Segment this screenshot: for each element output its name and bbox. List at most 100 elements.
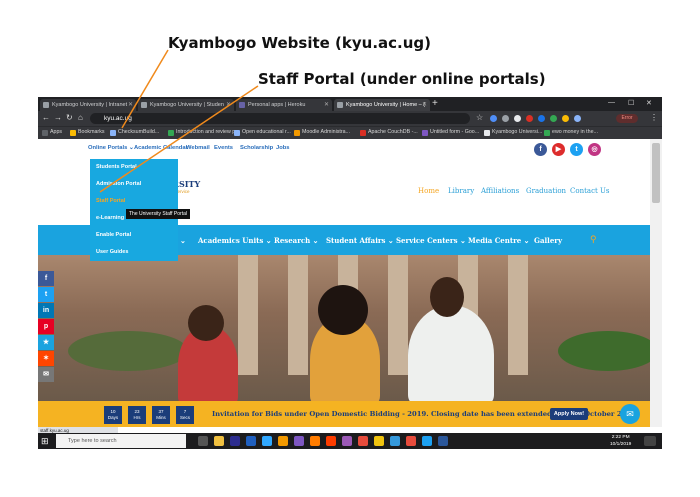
nav-webmail[interactable]: Webmail [186,145,210,151]
search-icon[interactable]: ⚲ [590,234,597,245]
profile-error-badge[interactable]: Error [616,114,638,123]
taskbar-clock[interactable]: 2:22 PM 10/1/2019 [610,434,631,448]
window-close-icon[interactable]: ✕ [646,99,652,107]
share-twitter-icon[interactable]: t [38,287,54,302]
nav-jobs[interactable]: Jobs [276,145,290,151]
app-icon[interactable] [278,436,288,446]
share-bookmark-icon[interactable]: ★ [38,335,54,350]
app-icon[interactable] [390,436,400,446]
app-icon[interactable] [310,436,320,446]
share-email-icon[interactable]: ✉ [38,367,54,382]
building-column [238,255,258,375]
dropdown-e-learning[interactable]: e-Learning [96,215,124,221]
facebook-icon[interactable]: f [534,143,547,156]
app-icon[interactable] [294,436,304,446]
dropdown-admission-portal[interactable]: Admission Portal [96,181,141,187]
share-more-icon[interactable]: ✶ [38,351,54,366]
app-icon[interactable] [246,436,256,446]
app-icon[interactable] [326,436,336,446]
bookmark-item[interactable]: Bookmarks [70,129,105,136]
home-icon[interactable]: ⌂ [78,113,83,122]
tab-heroku[interactable]: Personal apps | Heroku ✕ [236,99,332,111]
task-view-icon[interactable] [198,436,208,446]
extension-icon[interactable] [538,115,545,122]
windows-start-icon[interactable]: ⊞ [41,436,49,446]
share-linkedin-icon[interactable]: in [38,303,54,318]
dropdown-staff-portal[interactable]: Staff Portal [96,198,125,204]
bookmark-item[interactable]: Apache CouchDB -... [360,129,418,136]
person-left-head [188,305,224,341]
notifications-icon[interactable] [644,436,656,446]
share-facebook-icon[interactable]: f [38,271,54,286]
nav-online-portals[interactable]: Online Portals ⌄ [88,145,134,151]
minimize-icon[interactable]: — [608,99,615,106]
star-icon[interactable]: ☆ [476,113,483,122]
menu-research[interactable]: Research ⌄ [274,236,319,245]
nav-graduation[interactable]: Graduation [526,187,566,195]
youtube-icon[interactable]: ▶ [552,143,565,156]
maximize-icon[interactable]: ☐ [628,99,634,107]
scrollbar-thumb[interactable] [652,143,660,203]
extension-icon[interactable] [514,115,521,122]
menu-gallery[interactable]: Gallery [534,236,562,245]
tab-home[interactable]: Kyambogo University | Home – (✕ [334,99,430,111]
file-explorer-icon[interactable] [214,436,224,446]
extension-icon[interactable] [526,115,533,122]
nav-home[interactable]: Home [418,187,439,195]
tab-student[interactable]: Kyambogo University | Studen ✕ [138,99,234,111]
menu-icon[interactable]: ⋮ [650,113,658,122]
bookmark-item[interactable]: Untitled form - Goo... [422,129,479,136]
extension-icon[interactable] [502,115,509,122]
tab-intranet[interactable]: Kyambogo University | Intranet ✕ [40,99,136,111]
extension-icon[interactable] [574,115,581,122]
forward-icon[interactable]: → [54,113,62,122]
twitter-icon[interactable]: t [570,143,583,156]
opera-icon[interactable] [358,436,368,446]
extension-icon[interactable] [550,115,557,122]
nav-scholarship[interactable]: Scholarship [240,145,273,151]
bookmark-item[interactable]: Kyambogo Universi... [484,129,542,136]
share-pinterest-icon[interactable]: p [38,319,54,334]
url-field[interactable]: kyu.ac.ug [90,113,470,124]
dropdown-user-guides[interactable]: User Guides [96,249,128,255]
chat-icon[interactable]: ✉ [620,404,640,424]
word-icon[interactable] [438,436,448,446]
nav-affiliations[interactable]: Affiliations [481,187,519,195]
apply-now-button[interactable]: Apply Now! [550,408,588,420]
app-icon[interactable] [230,436,240,446]
close-icon[interactable]: ✕ [226,99,231,111]
menu-student-affairs[interactable]: Student Affairs ⌄ [326,236,394,245]
close-icon[interactable]: ✕ [324,99,329,111]
extension-icon[interactable] [490,115,497,122]
menu-item-dropdown[interactable]: ⌄ [180,236,186,245]
nav-library[interactable]: Library [448,187,474,195]
menu-media-centre[interactable]: Media Centre ⌄ [468,236,530,245]
nav-academic-calendar[interactable]: Academic Calendar [134,145,188,151]
taskbar-search-input[interactable]: Type here to search [56,434,186,448]
bookmark-item[interactable]: Open educational r... [234,129,291,136]
back-icon[interactable]: ← [42,113,50,122]
new-tab-button[interactable]: + [432,98,438,110]
close-icon[interactable]: ✕ [422,99,427,111]
menu-academics-units[interactable]: Academics Units ⌄ [198,236,272,245]
bookmark-item[interactable]: Moodle Administra... [294,129,350,136]
bookmark-item[interactable]: Introduction and review p... [168,129,240,136]
bookmark-item[interactable]: ChecksumBuild... [110,129,159,136]
nav-contact-us[interactable]: Contact Us [570,187,610,195]
extension-icon[interactable] [562,115,569,122]
instagram-icon[interactable]: ◎ [588,143,601,156]
nav-events[interactable]: Events [214,145,233,151]
app-icon[interactable] [342,436,352,446]
app-icon[interactable] [422,436,432,446]
bookmark-item[interactable]: Apps [42,129,62,136]
bookmark-item[interactable]: ewo money in the... [544,129,598,136]
close-icon[interactable]: ✕ [128,99,133,111]
chrome-icon[interactable] [406,436,416,446]
photoshop-icon[interactable] [262,436,272,446]
dropdown-enable-portal[interactable]: Enable Portal [96,232,131,238]
reload-icon[interactable]: ↻ [66,113,73,122]
page-scrollbar[interactable] [650,139,662,427]
app-icon[interactable] [374,436,384,446]
dropdown-students-portal[interactable]: Students Portal [96,164,137,170]
menu-service-centers[interactable]: Service Centers ⌄ [396,236,466,245]
